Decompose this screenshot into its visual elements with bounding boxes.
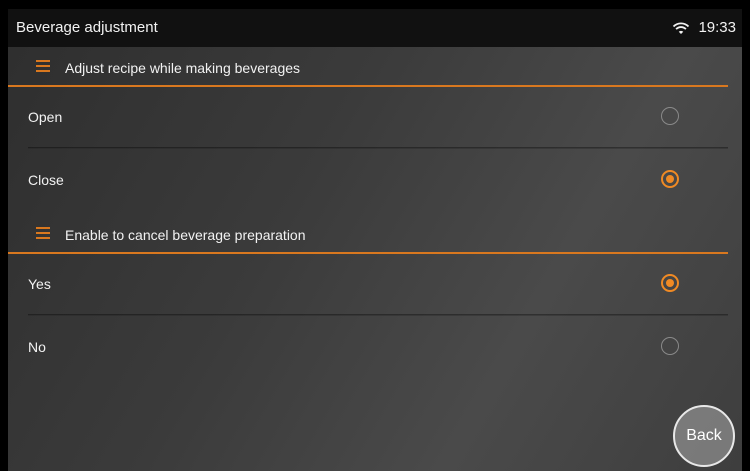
option-label: Yes [28, 276, 51, 292]
radio-no[interactable] [661, 337, 679, 355]
section-header-cancel-preparation: Enable to cancel beverage preparation [8, 216, 728, 254]
menu-icon [36, 60, 50, 72]
option-close[interactable]: Close [8, 150, 728, 212]
status-bar: Beverage adjustment 19:33 [8, 9, 742, 47]
status-area: 19:33 [672, 19, 736, 36]
menu-icon [36, 227, 50, 239]
option-label: Close [28, 172, 64, 188]
screen: Beverage adjustment 19:33 Adjust recipe … [8, 9, 742, 471]
divider [28, 147, 728, 149]
wifi-icon [673, 22, 690, 34]
option-no[interactable]: No [8, 317, 728, 379]
section-label: Enable to cancel beverage preparation [65, 227, 306, 243]
option-yes[interactable]: Yes [8, 254, 728, 316]
divider [28, 314, 728, 316]
option-label: No [28, 339, 46, 355]
option-open[interactable]: Open [8, 87, 728, 149]
radio-open[interactable] [661, 107, 679, 125]
radio-close[interactable] [661, 170, 679, 188]
radio-yes[interactable] [661, 274, 679, 292]
section-label: Adjust recipe while making beverages [65, 60, 301, 76]
page-title: Beverage adjustment [16, 19, 158, 36]
option-label: Open [28, 109, 63, 125]
section-header-adjust-recipe: Adjust recipe while making beverages [8, 49, 728, 87]
clock: 19:33 [698, 19, 736, 36]
back-button[interactable]: Back [673, 405, 735, 467]
